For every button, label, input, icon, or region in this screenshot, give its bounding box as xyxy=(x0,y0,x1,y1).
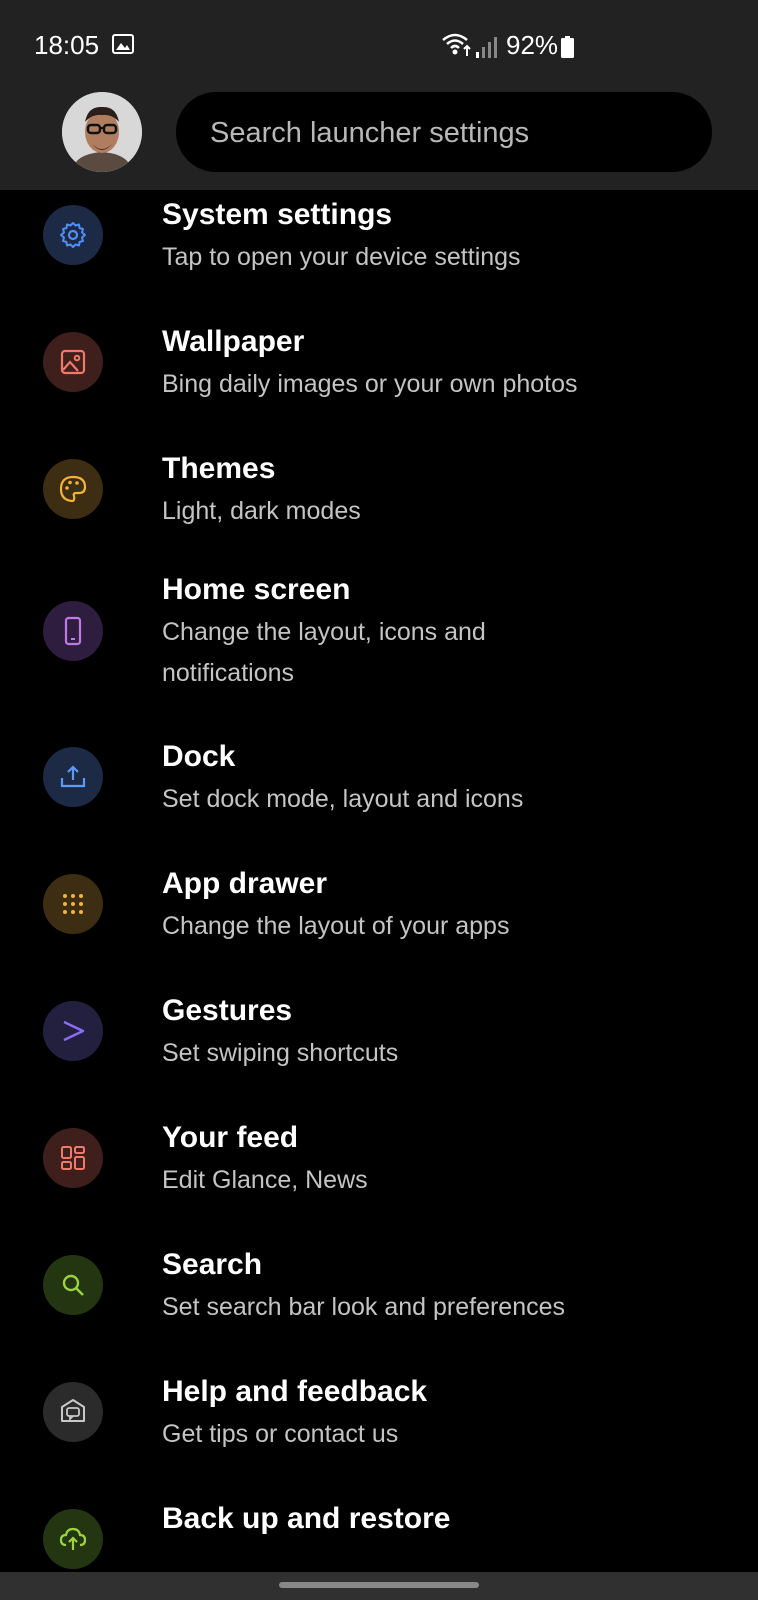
feed-icon xyxy=(43,1128,103,1188)
signal-icon xyxy=(476,37,497,58)
list-item-search[interactable]: Search Set search bar look and preferenc… xyxy=(0,1240,758,1367)
list-item-wallpaper[interactable]: Wallpaper Bing daily images or your own … xyxy=(0,317,758,444)
settings-list: System settings Tap to open your device … xyxy=(0,190,758,1572)
gallery-icon xyxy=(112,34,134,54)
item-subtitle: Change the layout of your apps xyxy=(162,912,510,940)
wifi-icon xyxy=(442,33,471,56)
item-title: System settings xyxy=(162,198,393,231)
list-item-your-feed[interactable]: Your feed Edit Glance, News xyxy=(0,1113,758,1240)
search-input[interactable] xyxy=(208,92,692,174)
list-item-gestures[interactable]: Gestures Set swiping shortcuts xyxy=(0,986,758,1113)
cloud-upload-icon xyxy=(43,1509,103,1569)
list-item-help-and-feedback[interactable]: Help and feedback Get tips or contact us xyxy=(0,1367,758,1494)
avatar-image xyxy=(62,92,142,172)
item-subtitle: Bing daily images or your own photos xyxy=(162,370,578,398)
navigation-bar xyxy=(0,1572,758,1600)
gear-icon xyxy=(43,205,103,265)
grid-icon xyxy=(43,874,103,934)
image-icon xyxy=(43,332,103,392)
item-subtitle: Set dock mode, layout and icons xyxy=(162,785,524,813)
avatar[interactable] xyxy=(62,92,142,172)
list-item-system-settings[interactable]: System settings Tap to open your device … xyxy=(0,190,758,317)
palette-icon xyxy=(43,459,103,519)
battery-icon xyxy=(561,36,574,58)
search-icon xyxy=(43,1255,103,1315)
item-subtitle: Edit Glance, News xyxy=(162,1166,368,1194)
item-subtitle: Set search bar look and preferences xyxy=(162,1293,566,1321)
item-title: Help and feedback xyxy=(162,1375,428,1408)
item-subtitle: Tap to open your device settings xyxy=(162,243,521,271)
phone-icon xyxy=(43,601,103,661)
item-title: Gestures xyxy=(162,994,293,1027)
item-title: Home screen xyxy=(162,573,351,606)
help-icon xyxy=(43,1382,103,1442)
battery-percentage: 92% xyxy=(506,30,559,60)
dock-upload-icon xyxy=(43,747,103,807)
list-item-back-up-and-restore[interactable]: Back up and restore xyxy=(0,1494,758,1572)
item-title: Dock xyxy=(162,740,236,773)
search-bar[interactable] xyxy=(176,92,712,174)
list-item-app-drawer[interactable]: App drawer Change the layout of your app… xyxy=(0,859,758,986)
item-title: Your feed xyxy=(162,1121,299,1154)
home-gesture-handle[interactable] xyxy=(279,1582,479,1588)
gesture-icon xyxy=(43,1001,103,1061)
item-title: Search xyxy=(162,1248,263,1281)
item-subtitle: Set swiping shortcuts xyxy=(162,1039,399,1067)
item-title: Themes xyxy=(162,452,276,485)
item-subtitle: Get tips or contact us xyxy=(162,1420,399,1448)
status-time: 18:05 xyxy=(34,30,100,60)
item-title: Back up and restore xyxy=(162,1502,451,1535)
status-bar: 18:05 92% xyxy=(0,0,758,92)
item-title: Wallpaper xyxy=(162,325,305,358)
list-item-home-screen[interactable]: Home screen Change the layout, icons and… xyxy=(0,571,758,732)
item-subtitle: Light, dark modes xyxy=(162,497,361,525)
list-item-themes[interactable]: Themes Light, dark modes xyxy=(0,444,758,571)
item-subtitle: Change the layout, icons and notificatio… xyxy=(162,618,486,687)
list-item-dock[interactable]: Dock Set dock mode, layout and icons xyxy=(0,732,758,859)
item-title: App drawer xyxy=(162,867,328,900)
